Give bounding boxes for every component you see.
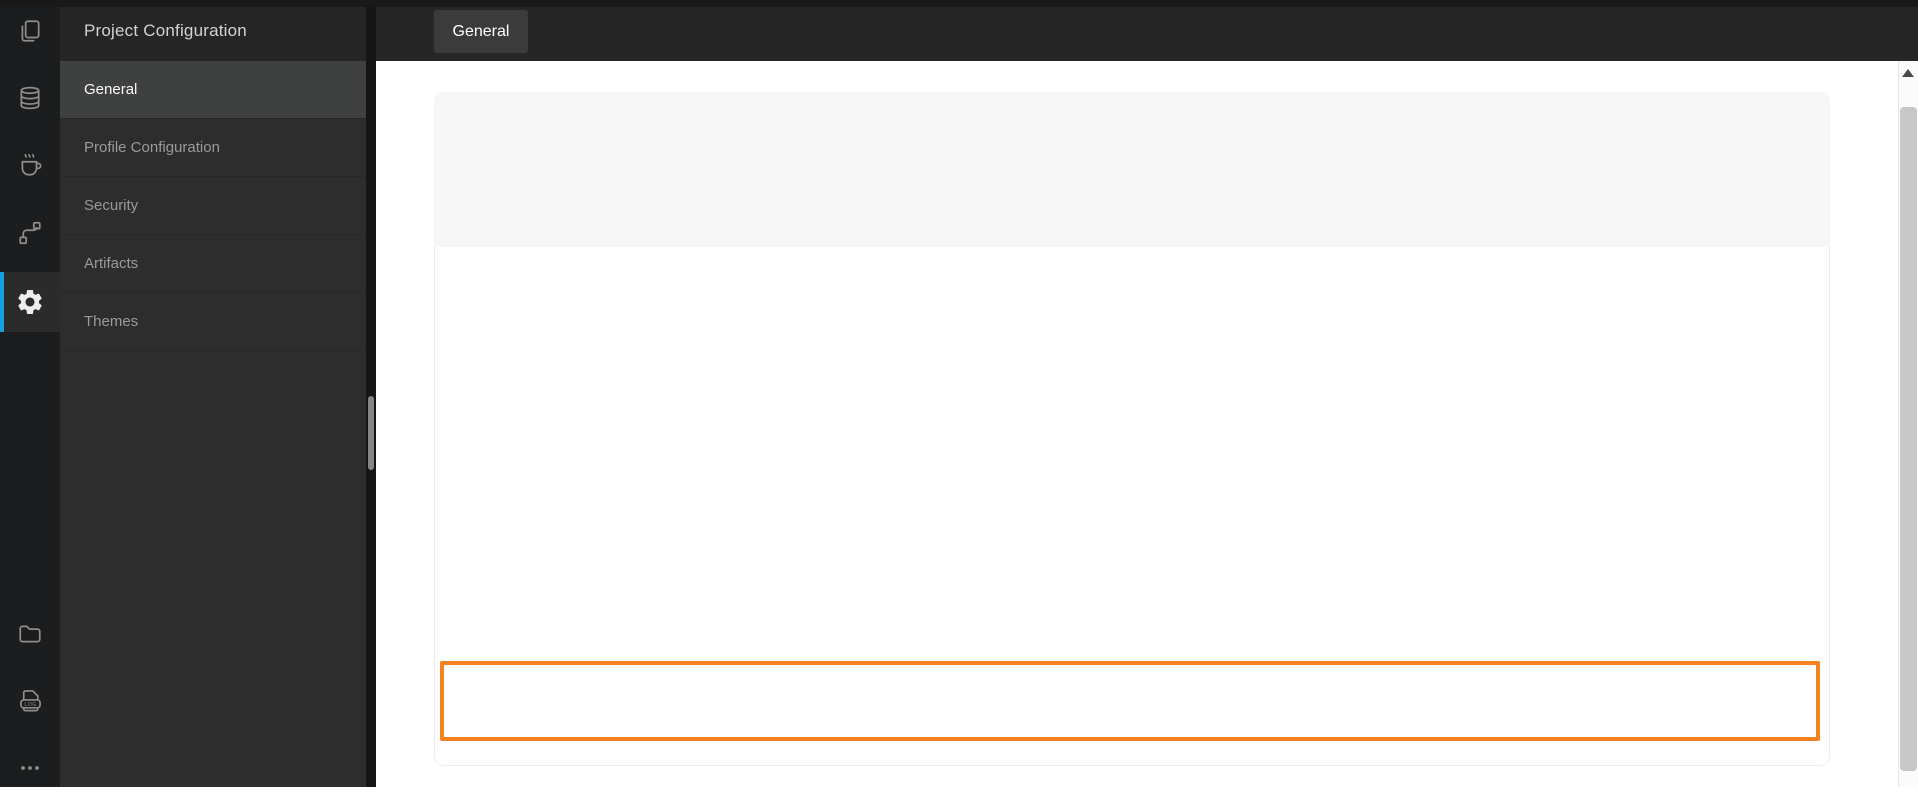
pipeline-icon[interactable] bbox=[0, 204, 60, 262]
database-icon[interactable] bbox=[0, 69, 60, 127]
window-top-strip bbox=[0, 0, 1918, 7]
sidebar-scroll-thumb[interactable] bbox=[368, 396, 374, 470]
pages-icon[interactable] bbox=[0, 2, 60, 60]
settings-gear-icon[interactable] bbox=[0, 273, 60, 331]
top-bar: General bbox=[376, 0, 1918, 61]
sidebar-item-general[interactable]: General bbox=[60, 61, 366, 119]
sidebar-title: Project Configuration bbox=[60, 0, 366, 61]
page-scroll-thumb[interactable] bbox=[1900, 107, 1917, 771]
folder-icon[interactable] bbox=[0, 605, 60, 663]
sidebar-item-profile-configuration[interactable]: Profile Configuration bbox=[60, 119, 366, 177]
sidebar-item-artifacts[interactable]: Artifacts bbox=[60, 235, 366, 293]
sidebar-item-security[interactable]: Security bbox=[60, 177, 366, 235]
log-file-icon[interactable]: LOG bbox=[0, 671, 60, 729]
tab-general[interactable]: General bbox=[434, 10, 528, 53]
config-sidebar: Project Configuration General Profile Co… bbox=[60, 0, 366, 787]
svg-text:LOG: LOG bbox=[24, 701, 36, 707]
scroll-up-arrow[interactable] bbox=[1902, 69, 1914, 77]
java-coffee-icon[interactable] bbox=[0, 136, 60, 194]
page-scrollbar bbox=[1898, 61, 1918, 787]
project-summary-header bbox=[434, 92, 1830, 247]
sidebar-item-themes[interactable]: Themes bbox=[60, 293, 366, 351]
sidebar-scroll-track bbox=[366, 0, 376, 787]
icon-rail: LOG bbox=[0, 0, 60, 787]
more-icon[interactable] bbox=[0, 739, 60, 797]
